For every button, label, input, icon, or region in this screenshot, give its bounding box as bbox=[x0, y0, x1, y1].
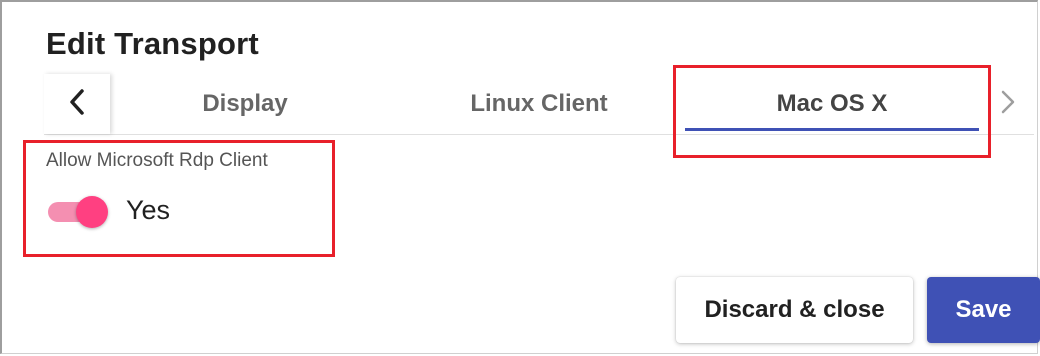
tab-linux-client[interactable]: Linux Client bbox=[380, 74, 698, 134]
chevron-left-icon bbox=[67, 88, 87, 121]
tab-scroll-left-button[interactable] bbox=[44, 74, 110, 134]
dialog-title: Edit Transport bbox=[46, 26, 259, 61]
allow-rdp-client-label: Allow Microsoft Rdp Client bbox=[46, 150, 268, 171]
tab-scroll-right-button[interactable] bbox=[982, 74, 1034, 134]
toggle-value-text: Yes bbox=[126, 195, 171, 225]
toggle-thumb bbox=[76, 196, 108, 228]
tab-mac-os-x[interactable]: Mac OS X bbox=[685, 74, 979, 134]
save-button[interactable]: Save bbox=[927, 277, 1040, 343]
tab-display[interactable]: Display bbox=[110, 74, 380, 134]
allow-rdp-client-toggle[interactable] bbox=[46, 196, 110, 228]
tab-bar: Display Linux Client Mac OS X bbox=[44, 74, 1034, 135]
active-tab-indicator bbox=[685, 128, 979, 131]
chevron-right-icon bbox=[999, 89, 1017, 120]
discard-close-button[interactable]: Discard & close bbox=[676, 277, 913, 343]
